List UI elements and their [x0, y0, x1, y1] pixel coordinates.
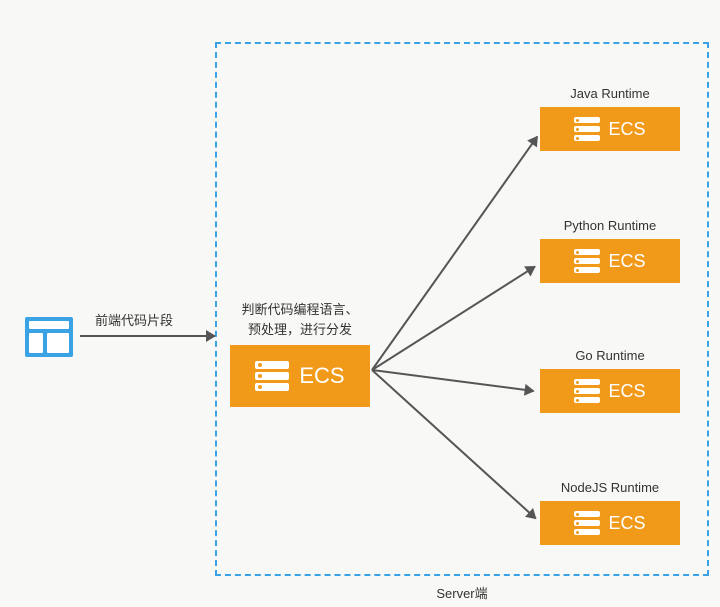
- runtime-java-box: ECS: [540, 107, 680, 151]
- runtime-node-box: ECS: [540, 501, 680, 545]
- central-ecs-node: 判断代码编程语言、 预处理，进行分发 ECS: [230, 300, 370, 407]
- runtime-java-caption: Java Runtime: [540, 86, 680, 101]
- runtime-java: Java Runtime ECS: [540, 86, 680, 151]
- runtime-node-caption: NodeJS Runtime: [540, 480, 680, 495]
- central-ecs-label: ECS: [299, 363, 344, 389]
- runtime-node: NodeJS Runtime ECS: [540, 480, 680, 545]
- runtime-go-box: ECS: [540, 369, 680, 413]
- runtime-python: Python Runtime ECS: [540, 218, 680, 283]
- runtime-python-box: ECS: [540, 239, 680, 283]
- runtime-go: Go Runtime ECS: [540, 348, 680, 413]
- runtime-java-label: ECS: [608, 119, 645, 140]
- runtime-go-caption: Go Runtime: [540, 348, 680, 363]
- runtime-python-caption: Python Runtime: [540, 218, 680, 233]
- runtime-go-label: ECS: [608, 381, 645, 402]
- runtime-python-label: ECS: [608, 251, 645, 272]
- server-icon: [574, 511, 600, 535]
- server-icon: [574, 379, 600, 403]
- frontend-icon: [25, 317, 73, 357]
- runtime-node-label: ECS: [608, 513, 645, 534]
- central-caption: 判断代码编程语言、 预处理，进行分发: [230, 300, 370, 339]
- arrow-frontend-label: 前端代码片段: [95, 310, 173, 329]
- diagram-stage: Server端 前端代码片段 判断代码编程语言、 预处理，进行分发 ECS Ja…: [0, 0, 720, 607]
- arrow-frontend-to-central: [80, 335, 215, 337]
- central-ecs-box: ECS: [230, 345, 370, 407]
- server-icon: [574, 117, 600, 141]
- server-container-label: Server端: [217, 583, 707, 602]
- server-icon: [574, 249, 600, 273]
- server-icon: [255, 361, 289, 391]
